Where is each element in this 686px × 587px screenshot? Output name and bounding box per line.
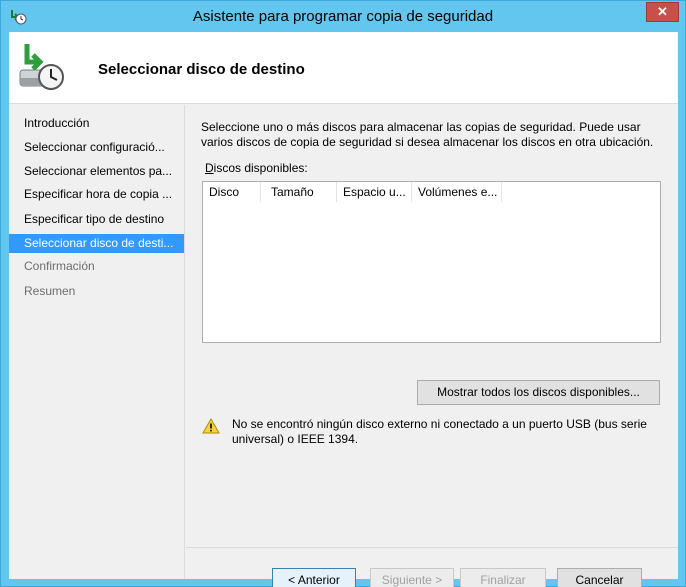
warning-message: No se encontró ningún disco externo ni c… xyxy=(232,417,647,446)
close-icon: ✕ xyxy=(657,4,668,19)
wizard-steps-sidebar: Introducción Seleccionar configuració...… xyxy=(9,105,185,579)
close-button[interactable]: ✕ xyxy=(646,2,679,22)
wizard-client-area: Seleccionar disco de destino Introducció… xyxy=(9,32,678,587)
window-title: Asistente para programar copia de seguri… xyxy=(192,8,494,25)
step-seleccionar-configuracion[interactable]: Seleccionar configuració... xyxy=(9,138,184,157)
available-disks-label-text: iscos disponibles: xyxy=(213,161,308,175)
available-disks-label: Discos disponibles: xyxy=(205,161,308,175)
instructions-text: Seleccione uno o más discos para almacen… xyxy=(201,120,654,149)
available-disks-label-accelerator: D xyxy=(205,161,214,175)
column-tamano[interactable]: Tamaño xyxy=(265,182,337,202)
title-bar[interactable]: Asistente para programar copia de seguri… xyxy=(1,1,685,32)
wizard-header: Seleccionar disco de destino xyxy=(9,32,678,104)
step-introduccion[interactable]: Introducción xyxy=(9,114,184,133)
next-button: Siguiente > xyxy=(370,568,454,587)
page-title: Seleccionar disco de destino xyxy=(98,61,305,78)
wizard-content: Seleccione uno o más discos para almacen… xyxy=(186,105,678,587)
finish-button: Finalizar xyxy=(460,568,546,587)
back-button[interactable]: < Anterior xyxy=(272,568,356,587)
step-confirmacion: Confirmación xyxy=(24,259,95,273)
step-especificar-tipo-destino[interactable]: Especificar tipo de destino xyxy=(9,210,184,229)
step-resumen: Resumen xyxy=(24,284,76,298)
column-volumenes[interactable]: Volúmenes e... xyxy=(412,182,502,202)
warning-icon xyxy=(202,418,220,434)
footer-divider xyxy=(186,547,678,548)
list-header: Disco Tamaño Espacio u... Volúmenes e... xyxy=(203,182,660,202)
step-seleccionar-elementos[interactable]: Seleccionar elementos pa... xyxy=(9,162,184,181)
column-disco[interactable]: Disco xyxy=(203,182,261,202)
step-seleccionar-disco-destino[interactable]: Seleccionar disco de desti... xyxy=(9,234,184,253)
available-disks-list[interactable]: Disco Tamaño Espacio u... Volúmenes e... xyxy=(202,181,661,343)
backup-disk-clock-icon xyxy=(19,44,64,90)
cancel-button[interactable]: Cancelar xyxy=(557,568,642,587)
wizard-window: Asistente para programar copia de seguri… xyxy=(0,0,686,587)
step-especificar-hora[interactable]: Especificar hora de copia ... xyxy=(9,185,184,204)
show-all-disks-button[interactable]: Mostrar todos los discos disponibles... xyxy=(417,380,660,405)
column-espacio-usado[interactable]: Espacio u... xyxy=(337,182,412,202)
